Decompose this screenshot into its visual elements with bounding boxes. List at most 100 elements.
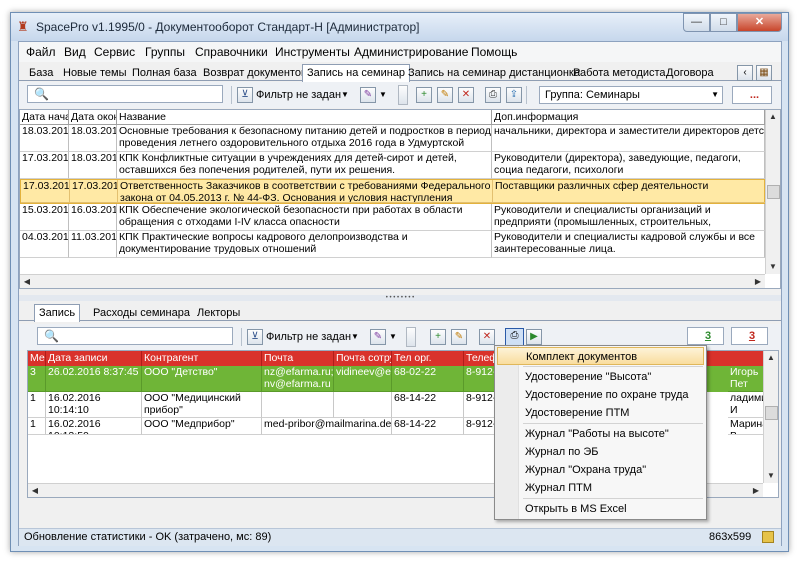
search-input[interactable]: 🔍 (27, 85, 223, 103)
add-record-icon[interactable]: + (430, 329, 446, 345)
tab-methodist[interactable]: Работа методиста (569, 66, 670, 81)
scroll-up-icon[interactable]: ▲ (764, 351, 778, 365)
delete-record-icon[interactable]: ✕ (479, 329, 495, 345)
edit-record-icon[interactable]: ✎ (451, 329, 467, 345)
menu-help[interactable]: Помощь (471, 45, 517, 59)
column-header-mail[interactable]: Почта (262, 351, 334, 366)
detail-search-input[interactable]: 🔍 (37, 327, 233, 345)
menu-directories[interactable]: Справочники (195, 45, 268, 59)
tab-new-topics[interactable]: Новые темы (59, 66, 131, 81)
count-red-badge[interactable]: 3 (731, 327, 768, 345)
cell-org: ООО "Детство" (142, 366, 262, 392)
table-row[interactable]: 04.03.2016 11.03.2016 КПК Практические в… (20, 231, 765, 258)
detail-filter-label[interactable]: Фильтр не задан (266, 327, 351, 347)
tab-seminar-signup[interactable]: Запись на семинар (302, 64, 411, 82)
run-icon[interactable]: ▶ (526, 329, 542, 345)
column-header-info[interactable]: Доп.информация (492, 110, 765, 125)
menu-item-doc-set[interactable]: Комплект документов (497, 347, 704, 365)
filter-icon[interactable]: ⊻ (237, 87, 253, 103)
column-header-date[interactable]: Дата записи (46, 351, 142, 366)
scroll-up-icon[interactable]: ▲ (766, 110, 780, 124)
menu-item-cert-height[interactable]: Удостоверение "Высота" (497, 368, 704, 386)
filter-dropdown-icon[interactable]: ▼ (341, 85, 349, 105)
filter-icon[interactable]: ⊻ (247, 329, 263, 345)
minimize-button[interactable]: — (683, 13, 710, 32)
menu-item-log-eb[interactable]: Журнал по ЭБ (497, 443, 704, 461)
edit-filter-icon[interactable]: ✎ (360, 87, 376, 103)
group-more-button[interactable]: ... (732, 86, 772, 104)
column-header-start[interactable]: Дата нача (20, 110, 69, 125)
filter-label[interactable]: Фильтр не задан (256, 85, 341, 105)
tab-scroll-left-icon[interactable]: ‹ (737, 65, 753, 81)
panel-splitter[interactable]: • • • • • • • • (19, 295, 781, 301)
menu-view[interactable]: Вид (64, 45, 86, 59)
table-row-selected[interactable]: 17.03.2016 17.03.2016 Ответственность За… (20, 179, 766, 204)
scroll-down-icon[interactable]: ▼ (764, 469, 778, 483)
menu-file[interactable]: Файл (26, 45, 56, 59)
toolbar-divider (241, 328, 242, 346)
cell-mail2 (334, 392, 392, 418)
cell-name: КПК Обеспечение экологической безопаснос… (117, 204, 492, 231)
scroll-right-icon[interactable]: ▶ (749, 484, 763, 497)
table-row[interactable]: 18.03.2016 18.03.2016 Основные требовани… (20, 125, 765, 152)
tab-lecturers[interactable]: Лекторы (193, 306, 244, 321)
scroll-thumb[interactable] (767, 185, 780, 199)
column-header-tel[interactable]: Тел орг. (392, 351, 464, 366)
nav-arrows-icon[interactable] (398, 85, 408, 105)
notification-icon[interactable] (762, 531, 774, 543)
edit-dropdown-icon[interactable]: ▼ (389, 327, 397, 347)
menu-service[interactable]: Сервис (94, 45, 135, 59)
menu-item-log-height[interactable]: Журнал "Работы на высоте" (497, 425, 704, 443)
tab-seminar-expenses[interactable]: Расходы семинара (89, 306, 194, 321)
vertical-scrollbar[interactable]: ▲ ▼ (763, 351, 778, 483)
cell-end: 16.03.2016 (69, 204, 117, 231)
toolbar-divider (231, 86, 232, 104)
scroll-left-icon[interactable]: ◀ (20, 275, 34, 288)
scroll-left-icon[interactable]: ◀ (28, 484, 42, 497)
column-header-mail2[interactable]: Почта сотру (334, 351, 392, 366)
tab-contracts[interactable]: Договора (662, 66, 718, 81)
cell-start: 15.03.2016 (20, 204, 69, 231)
column-header-name[interactable]: Название (117, 110, 492, 125)
horizontal-scrollbar[interactable]: ◀ ▶ (20, 274, 765, 288)
edit-dropdown-icon[interactable]: ▼ (379, 85, 387, 105)
cell-name: Ответственность Заказчиков в соответстви… (118, 180, 493, 203)
scroll-thumb[interactable] (765, 406, 778, 420)
tab-registration[interactable]: Запись (34, 304, 81, 322)
menu-item-log-safety[interactable]: Журнал "Охрана труда" (497, 461, 704, 479)
cell-name: КПК Практические вопросы кадрового делоп… (117, 231, 492, 258)
vertical-scrollbar[interactable]: ▲ ▼ (765, 110, 780, 274)
column-header-n[interactable]: Мес (28, 351, 46, 366)
edit-record-icon[interactable]: ✎ (437, 87, 453, 103)
menu-item-open-excel[interactable]: Открыть в MS Excel (497, 500, 704, 518)
menu-item-log-ptm[interactable]: Журнал ПТМ (497, 479, 704, 497)
group-select[interactable]: Группа: Семинары ▼ (539, 86, 723, 104)
nav-arrows-icon[interactable] (406, 327, 416, 347)
column-header-end[interactable]: Дата окон (69, 110, 117, 125)
column-header-org[interactable]: Контрагент (142, 351, 262, 366)
scroll-down-icon[interactable]: ▼ (766, 260, 780, 274)
menu-item-cert-safety[interactable]: Удостоверение по охране труда (497, 386, 704, 404)
menu-admin[interactable]: Администрирование (354, 45, 468, 59)
table-row[interactable]: 15.03.2016 16.03.2016 КПК Обеспечение эк… (20, 204, 765, 231)
menu-tools[interactable]: Инструменты (275, 45, 350, 59)
menu-item-cert-ptm[interactable]: Удостоверение ПТМ (497, 404, 704, 422)
tab-seminar-remote[interactable]: Запись на семинар дистанционка (404, 66, 584, 81)
tab-base[interactable]: База (25, 66, 57, 81)
menu-groups[interactable]: Группы (145, 45, 185, 59)
delete-record-icon[interactable]: ✕ (458, 87, 474, 103)
print-icon[interactable]: ⎙ (485, 87, 501, 103)
cell-info: Руководители и специалисты организаций и… (492, 204, 765, 231)
maximize-button[interactable]: □ (710, 13, 737, 32)
table-row[interactable]: 17.03.2016 18.03.2016 КПК Конфликтные си… (20, 152, 765, 179)
scroll-right-icon[interactable]: ▶ (751, 275, 765, 288)
tab-doc-return[interactable]: Возврат документов (199, 66, 311, 81)
filter-dropdown-icon[interactable]: ▼ (351, 327, 359, 347)
add-record-icon[interactable]: + (416, 87, 432, 103)
count-green-badge[interactable]: 3 (687, 327, 724, 345)
tab-full-base[interactable]: Полная база (128, 66, 201, 81)
calendar-icon[interactable]: ▦ (756, 65, 772, 81)
export-icon[interactable]: ⇪ (506, 87, 522, 103)
close-button[interactable]: ✕ (737, 13, 782, 32)
edit-filter-icon[interactable]: ✎ (370, 329, 386, 345)
